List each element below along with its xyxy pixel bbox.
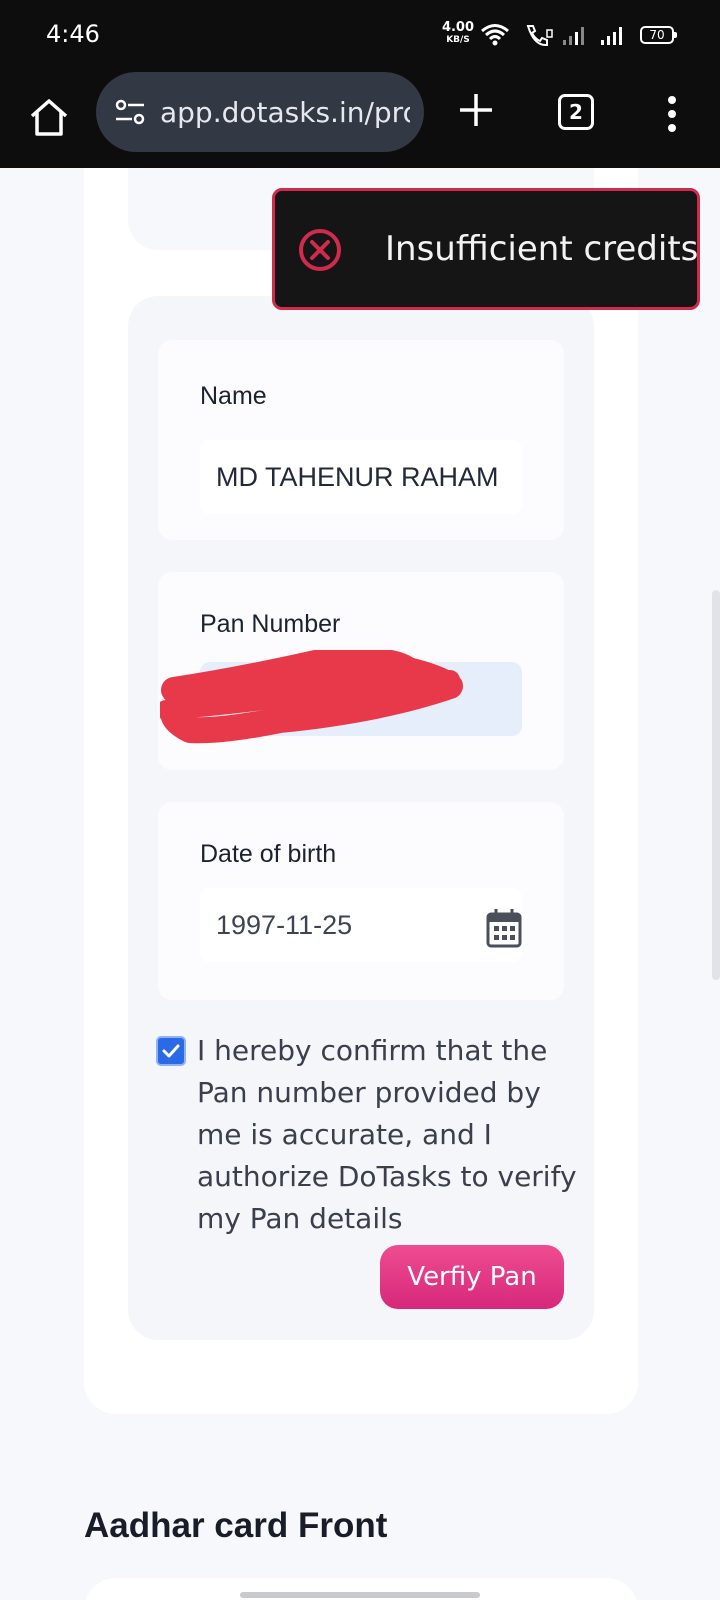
name-input[interactable]: MD TAHENUR RAHAM: [200, 440, 522, 514]
status-time: 4:46: [46, 20, 100, 48]
error-toast[interactable]: Insufficient credits: [272, 188, 700, 310]
toast-message: Insufficient credits: [385, 229, 699, 269]
signal-icon-2: [601, 27, 622, 45]
signal-icon: [563, 27, 584, 45]
gesture-bar[interactable]: [240, 1592, 480, 1598]
more-options-icon[interactable]: [660, 94, 684, 134]
tab-switcher-button[interactable]: 2: [558, 94, 594, 130]
dob-label: Date of birth: [200, 840, 337, 868]
status-bar: 4:46 4.00 KB/S 70: [0, 0, 720, 68]
network-speed: 4.00 KB/S: [440, 20, 476, 46]
network-speed-value: 4.00: [441, 20, 475, 35]
verify-pan-button[interactable]: Verfiy Pan: [380, 1245, 564, 1309]
redaction-scribble: [160, 650, 463, 744]
browser-toolbar: app.dotasks.in/profile 2: [0, 68, 720, 168]
url-text[interactable]: app.dotasks.in/profile: [160, 96, 410, 129]
aadhar-front-title: Aadhar card Front: [84, 1506, 388, 1545]
dob-field-group: Date of birth 1997-11-25: [158, 802, 564, 1000]
address-bar[interactable]: app.dotasks.in/profile: [96, 72, 424, 152]
calendar-icon[interactable]: [486, 908, 522, 948]
wifi-calling-icon: [526, 25, 553, 47]
name-field-group: Name MD TAHENUR RAHAM: [158, 340, 564, 540]
check-icon: [162, 1044, 180, 1058]
network-speed-unit: KB/S: [446, 35, 470, 45]
consent-checkbox[interactable]: [156, 1036, 186, 1066]
name-label: Name: [200, 382, 267, 410]
site-settings-icon[interactable]: [114, 98, 146, 126]
consent-text: I hereby confirm that the Pan number pro…: [197, 1034, 577, 1235]
new-tab-icon[interactable]: [456, 90, 496, 130]
scrollbar[interactable]: [712, 590, 720, 980]
error-circle-icon: [299, 229, 341, 271]
home-icon[interactable]: [26, 94, 72, 140]
pan-label: Pan Number: [200, 610, 341, 638]
battery-icon: 70: [640, 26, 677, 44]
wifi-icon: [481, 24, 509, 46]
dob-input[interactable]: 1997-11-25: [200, 888, 522, 962]
